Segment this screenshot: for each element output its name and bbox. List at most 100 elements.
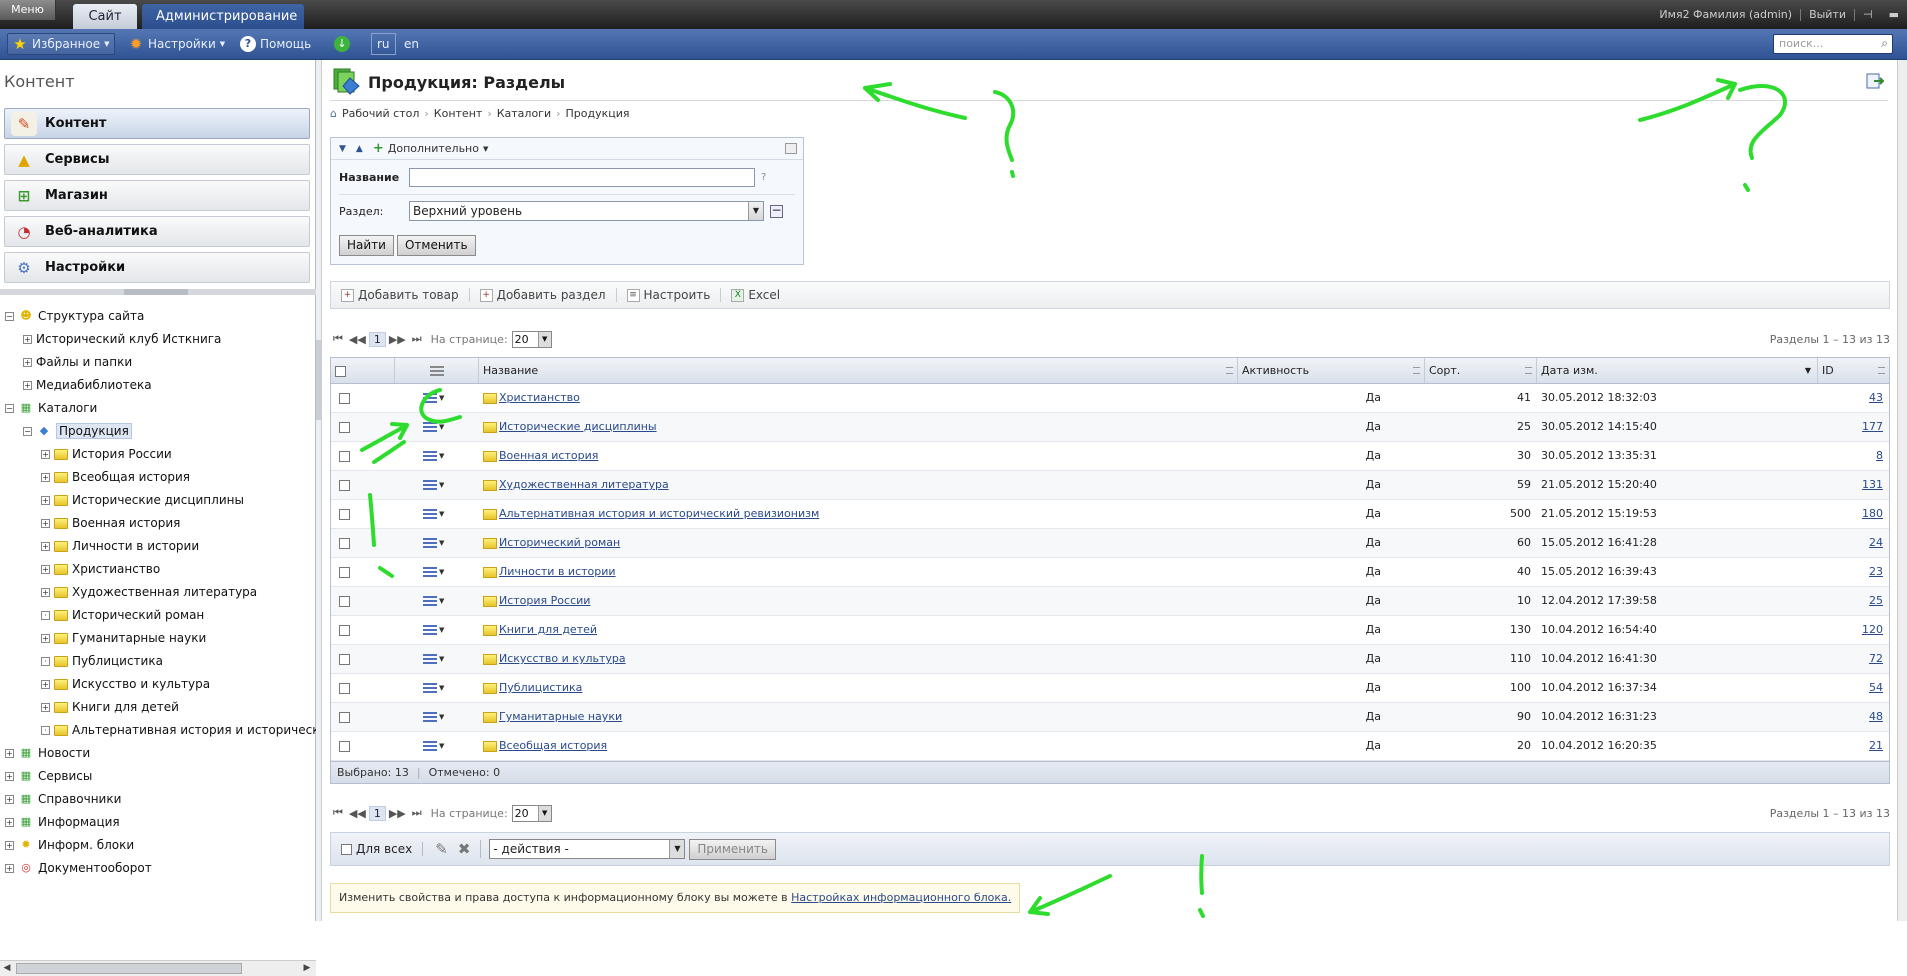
breadcrumb-item[interactable]: Продукция [566, 107, 630, 120]
expand-node-icon[interactable]: · [41, 725, 50, 735]
tree-node[interactable]: + Исторические дисциплины [41, 490, 244, 510]
row-actions-menu[interactable]: ▼ [423, 500, 444, 528]
select-all-checkbox[interactable] [335, 365, 346, 377]
per-page-select[interactable]: 20 ▼ [511, 804, 552, 822]
expand-node-icon[interactable]: + [41, 541, 50, 551]
section-link[interactable]: Исторический роман [499, 536, 620, 549]
column-sort[interactable]: Сорт. [1425, 358, 1537, 383]
tree-node[interactable]: · Альтернативная история и исторический [41, 720, 316, 740]
collapse-node-icon[interactable]: − [5, 403, 14, 413]
expand-node-icon[interactable]: + [41, 495, 50, 505]
expand-node-icon[interactable]: + [41, 679, 50, 689]
expand-node-icon[interactable]: + [5, 748, 14, 758]
tree-node[interactable]: + Файлы и папки [23, 352, 132, 372]
expand-node-icon[interactable]: + [23, 380, 32, 390]
tree-node[interactable]: + Личности в истории [41, 536, 199, 556]
for-all-checkbox[interactable] [341, 843, 352, 855]
tree-node[interactable]: + История России [41, 444, 172, 464]
excel-button[interactable]: X Excel [721, 288, 790, 302]
table-row[interactable]: ▼ Личности в истории Да 40 15.05.2012 16:39:… [331, 558, 1889, 587]
logout-link[interactable]: Выйти [1801, 8, 1854, 21]
section-link[interactable]: Военная история [499, 449, 598, 462]
table-row[interactable]: ▼ Всеобщая история Да 20 10.04.2012 16:20:35… [331, 732, 1889, 761]
edit-icon[interactable]: ✎ [423, 840, 454, 858]
first-page-icon[interactable]: ⏮ [330, 806, 346, 820]
tree-node[interactable]: + ◎ Документооборот [5, 858, 152, 878]
id-link[interactable]: 72 [1869, 652, 1883, 665]
row-checkbox[interactable] [339, 653, 350, 665]
row-checkbox[interactable] [339, 595, 350, 607]
section-link[interactable]: Искусство и культура [499, 652, 626, 665]
name-input[interactable] [409, 168, 755, 187]
help-icon[interactable]: ? [761, 172, 766, 183]
scroll-right-icon[interactable]: ▶ [300, 962, 314, 975]
tree-node[interactable]: · Публицистика [41, 651, 163, 671]
row-checkbox[interactable] [339, 682, 350, 694]
column-menu-icon[interactable] [1226, 367, 1233, 374]
actions-column-header[interactable] [395, 358, 479, 383]
tree-node[interactable]: + ▦ Информация [5, 812, 120, 832]
column-date[interactable]: Дата изм. ▼ [1537, 358, 1818, 383]
expand-node-icon[interactable]: + [41, 702, 50, 712]
tree-node[interactable]: + Гуманитарные науки [41, 628, 206, 648]
table-row[interactable]: ▼ Книги для детей Да 130 10.04.2012 16:54:40… [331, 616, 1889, 645]
row-actions-menu[interactable]: ▼ [423, 616, 444, 644]
section-link[interactable]: Публицистика [499, 681, 582, 694]
collapse-icon[interactable]: ▬ [1881, 8, 1907, 21]
menu-content[interactable]: ✎ Контент [4, 108, 310, 139]
tree-node[interactable]: + ▦ Справочники [5, 789, 121, 809]
id-link[interactable]: 21 [1869, 739, 1883, 752]
column-name[interactable]: Название [479, 358, 1238, 383]
id-link[interactable]: 54 [1869, 681, 1883, 694]
tree-node[interactable]: + ▦ Новости [5, 743, 90, 763]
tree-node[interactable]: − ▦ Каталоги [5, 398, 97, 418]
settings-button[interactable]: ✹ Настройки ▼ [124, 33, 229, 55]
tree-node[interactable]: − ☻ Структура сайта [5, 306, 144, 326]
column-active[interactable]: Активность [1238, 358, 1425, 383]
expand-node-icon[interactable]: · [41, 610, 50, 620]
row-actions-menu[interactable]: ▼ [423, 645, 444, 673]
search-icon[interactable]: ⌕ [1881, 36, 1888, 51]
row-checkbox[interactable] [339, 624, 350, 636]
collapse-node-icon[interactable]: − [23, 426, 32, 436]
id-link[interactable]: 24 [1869, 536, 1883, 549]
row-actions-menu[interactable]: ▼ [423, 587, 444, 615]
cancel-button[interactable]: Отменить [396, 235, 476, 256]
splitter-knob[interactable] [316, 340, 322, 420]
menu-services[interactable]: ▲ Сервисы [4, 144, 310, 175]
column-menu-icon[interactable] [1413, 367, 1420, 374]
section-link[interactable]: Личности в истории [499, 565, 616, 578]
find-button[interactable]: Найти [339, 235, 394, 256]
section-link[interactable]: Книги для детей [499, 623, 597, 636]
row-checkbox[interactable] [339, 508, 350, 520]
minimize-icon[interactable] [785, 143, 797, 154]
id-link[interactable]: 177 [1862, 420, 1883, 433]
table-row[interactable]: ▼ Исторические дисциплины Да 25 30.05.2012 1… [331, 413, 1889, 442]
section-link[interactable]: Исторические дисциплины [499, 420, 657, 433]
breadcrumb-item[interactable]: Рабочий стол [342, 107, 419, 120]
first-page-icon[interactable]: ⏮ [330, 332, 346, 346]
tree-node[interactable]: + ✹ Информ. блоки [5, 835, 134, 855]
section-link[interactable]: Гуманитарные науки [499, 710, 622, 723]
row-actions-menu[interactable]: ▼ [423, 442, 444, 470]
row-actions-menu[interactable]: ▼ [423, 732, 444, 760]
section-link[interactable]: Альтернативная история и исторический ре… [499, 507, 819, 520]
row-actions-menu[interactable]: ▼ [423, 703, 444, 731]
help-button[interactable]: ? Помощь [236, 33, 315, 55]
id-link[interactable]: 43 [1869, 391, 1883, 404]
user-name[interactable]: Имя2 Фамилия (admin) [1651, 8, 1800, 21]
lang-ru[interactable]: ru [371, 33, 396, 55]
row-checkbox[interactable] [339, 479, 350, 491]
table-row[interactable]: ▼ История России Да 10 12.04.2012 17:39:58 25 [331, 587, 1889, 616]
scroll-left-icon[interactable]: ◀ [0, 962, 14, 975]
row-checkbox[interactable] [339, 711, 350, 723]
row-checkbox[interactable] [339, 740, 350, 752]
table-row[interactable]: ▼ Гуманитарные науки Да 90 10.04.2012 16:31:… [331, 703, 1889, 732]
apply-button[interactable]: Применить [689, 838, 776, 860]
column-menu-icon[interactable] [1525, 367, 1532, 374]
menu-button[interactable]: Меню [0, 0, 56, 20]
page-number[interactable]: 1 [368, 805, 386, 821]
expand-node-icon[interactable]: + [41, 633, 50, 643]
expand-node-icon[interactable]: + [41, 587, 50, 597]
expand-node-icon[interactable]: + [41, 518, 50, 528]
